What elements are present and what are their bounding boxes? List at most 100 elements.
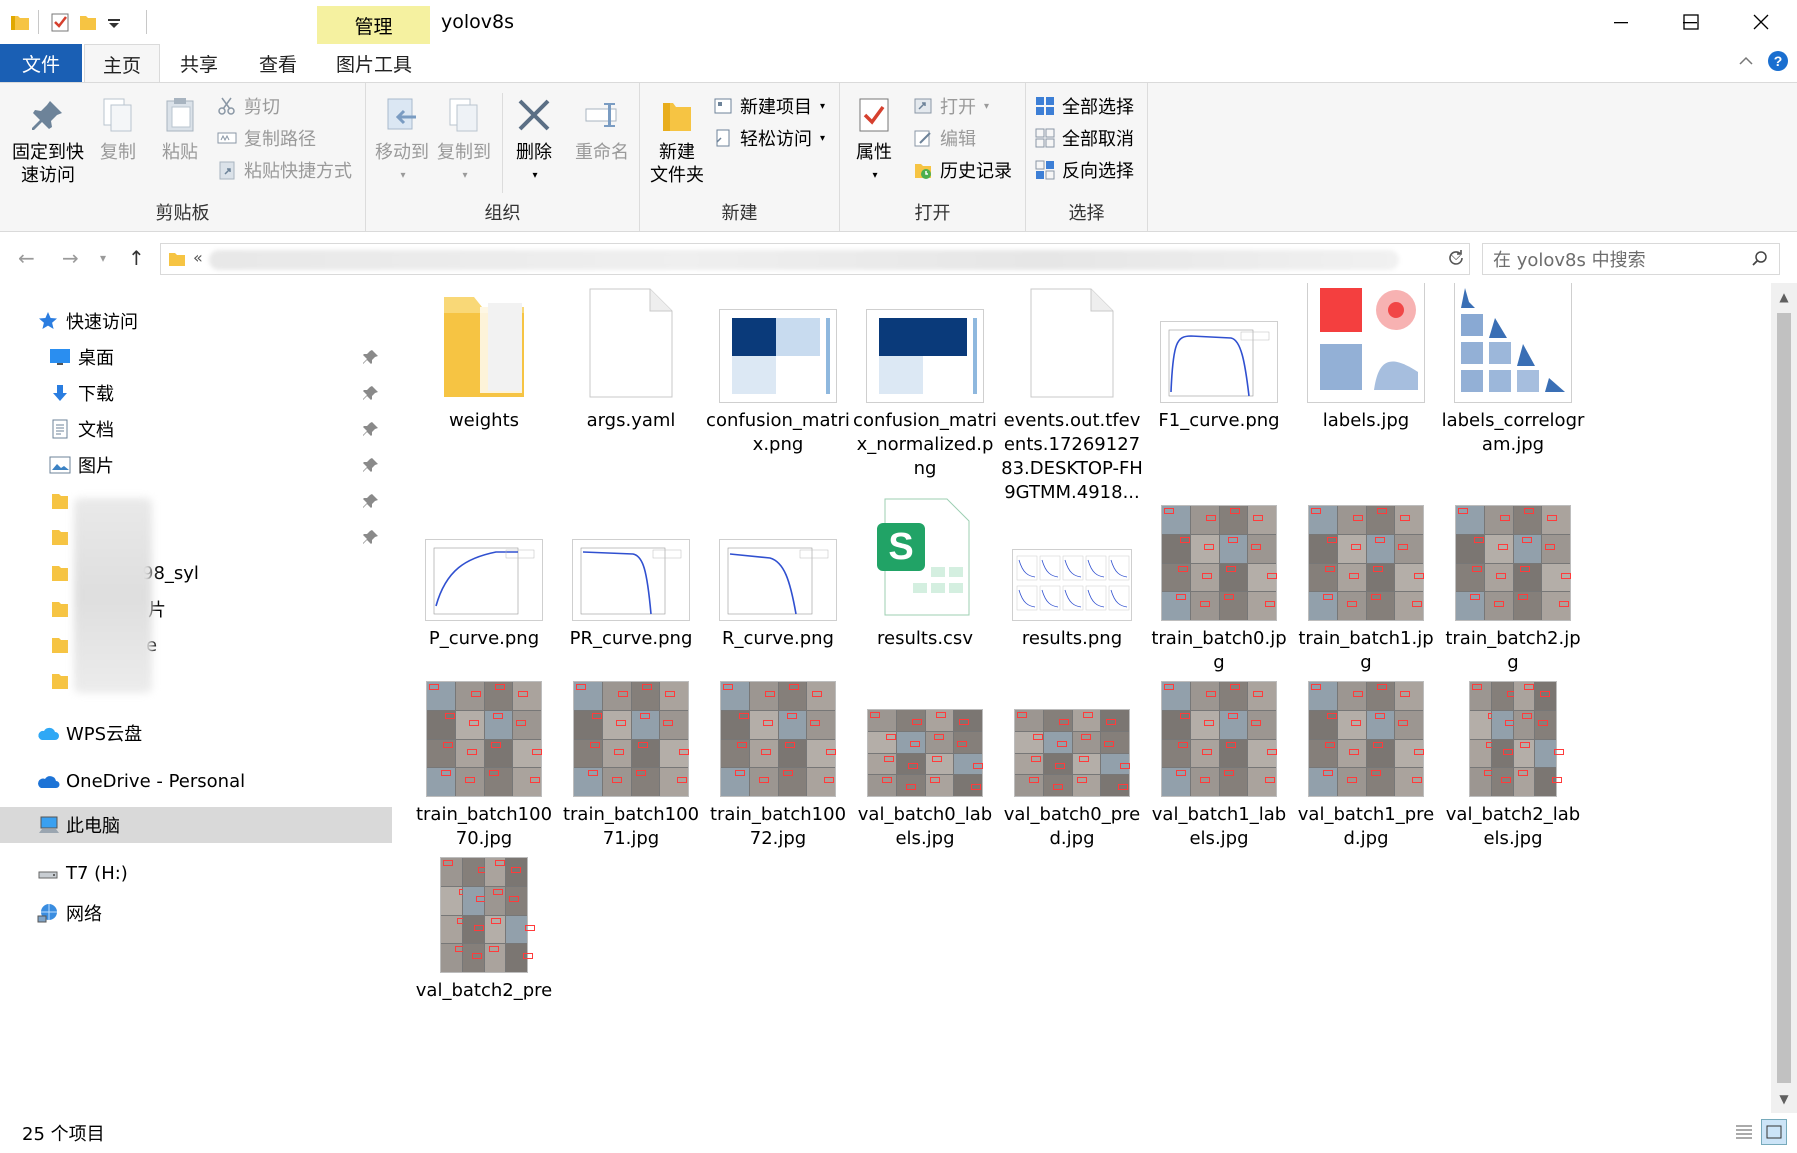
maximize-button[interactable] [1655,0,1727,44]
properties-check-icon[interactable] [48,10,72,34]
file-item[interactable]: args.yaml [557,283,705,433]
file-item[interactable]: train_batch0.jpg [1145,481,1293,675]
tab-view[interactable]: 查看 [238,44,318,82]
new-folder-button[interactable]: 新建 文件夹 [646,93,708,187]
minimize-button[interactable] [1585,0,1657,44]
nav-pinned-folder[interactable] [0,483,392,519]
scroll-down-icon[interactable]: ▼ [1771,1087,1797,1111]
file-item[interactable]: train_batch10072.jpg [704,657,852,851]
easy-access-button[interactable]: 轻松访问 ▾ [712,125,825,151]
new-item-button[interactable]: 新建项目 ▾ [712,93,825,119]
file-item[interactable]: confusion_matrix.png [704,283,852,457]
edit-icon [912,127,934,149]
delete-label: 删除 [516,142,552,163]
file-name-label: val_batch1_pred.jpg [1297,804,1435,849]
large-icons-view-icon[interactable] [1761,1119,1787,1145]
file-item[interactable]: train_batch2.jpg [1439,481,1587,675]
new-folder-quick-icon[interactable] [76,10,100,34]
file-item[interactable]: labels.jpg [1292,283,1440,433]
file-item[interactable]: Sresults.csv [851,481,999,651]
folder-icon [167,249,187,273]
breadcrumb-overflow[interactable]: « [193,248,203,267]
nav-this-pc[interactable]: 此电脑 [0,807,392,843]
nav-quick-access[interactable]: 快速访问 [0,303,392,339]
search-input[interactable]: 在 yolov8s 中搜索 [1482,243,1780,275]
nav-folder[interactable]: 片 [0,591,392,627]
cut-button[interactable]: 剪切 [216,93,280,119]
paste-shortcut-button[interactable]: 粘贴快捷方式 [216,157,352,183]
properties-button[interactable]: 属性 ▾ [844,93,904,187]
scroll-up-icon[interactable]: ▲ [1771,285,1797,309]
file-item[interactable]: val_batch1_labels.jpg [1145,657,1293,851]
close-button[interactable] [1725,0,1797,44]
file-item[interactable]: val_batch2_pre [410,833,558,1003]
up-arrow-icon[interactable]: ↑ [128,246,145,270]
nav-folder[interactable] [0,663,392,699]
file-item[interactable]: P_curve.png [410,481,558,651]
invert-selection-button[interactable]: 反向选择 [1034,157,1134,183]
curve-plot-thumbnail [425,539,543,621]
search-icon[interactable] [1751,250,1769,273]
back-arrow-icon[interactable]: ← [18,246,35,270]
vertical-scrollbar[interactable]: ▲ ▼ [1771,283,1797,1113]
nav-wps-cloud[interactable]: WPS云盘 [0,715,392,751]
select-all-button[interactable]: 全部选择 [1034,93,1134,119]
copy-button[interactable]: 复制 [90,93,146,164]
tab-file[interactable]: 文件 [0,44,82,82]
nav-folder[interactable]: 98_syl [0,555,392,591]
nav-documents[interactable]: 文档 [0,411,392,447]
customize-quick-access-icon[interactable] [102,10,126,34]
file-item[interactable]: F1_curve.png [1145,283,1293,433]
file-item[interactable]: PR_curve.png [557,481,705,651]
file-item[interactable]: train_batch1.jpg [1292,481,1440,675]
edit-button[interactable]: 编辑 [912,125,976,151]
history-button[interactable]: 历史记录 [912,157,1012,183]
file-item[interactable]: confusion_matrix_normalized.png [851,283,999,481]
easy-access-label: 轻松访问 [740,129,812,150]
nav-pinned-folder[interactable] [0,519,392,555]
copy-path-button[interactable]: 复制路径 [216,125,316,151]
tab-share[interactable]: 共享 [160,44,238,82]
nav-pictures[interactable]: 图片 [0,447,392,483]
curve-plot-thumbnail [572,539,690,621]
nav-drive-t7[interactable]: T7 (H:) [0,855,392,891]
pin-quick-access-button[interactable]: 固定到快 速访问 [8,93,88,187]
address-bar[interactable]: « ⌵ [160,243,1470,275]
recent-locations-icon[interactable]: ▾ [100,251,106,265]
nav-onedrive[interactable]: OneDrive - Personal [0,763,392,799]
select-none-button[interactable]: 全部取消 [1034,125,1134,151]
file-item[interactable]: R_curve.png [704,481,852,651]
refresh-icon[interactable] [1446,248,1466,272]
nav-folder[interactable]: e [0,627,392,663]
file-item[interactable]: val_batch1_pred.jpg [1292,657,1440,851]
paste-shortcut-icon [216,159,238,181]
manage-context-tab[interactable]: 管理 [317,6,430,44]
nav-desktop[interactable]: 桌面 [0,339,392,375]
file-item[interactable]: val_batch2_labels.jpg [1439,657,1587,851]
help-icon[interactable]: ? [1767,50,1789,76]
copy-to-button[interactable]: 复制到 ▾ [434,93,494,187]
move-to-button[interactable]: 移动到 ▾ [372,93,432,187]
collapse-ribbon-icon[interactable] [1737,52,1755,74]
scrollbar-thumb[interactable] [1777,313,1791,1083]
file-item[interactable]: val_batch0_pred.jpg [998,657,1146,851]
nav-downloads[interactable]: 下载 [0,375,392,411]
tab-picture-tools[interactable]: 图片工具 [318,44,430,82]
file-item[interactable]: events.out.tfevents.1726912783.DESKTOP-F… [998,283,1146,505]
computer-icon [36,813,60,837]
file-item[interactable]: labels_correlogram.jpg [1439,283,1587,457]
folder-item[interactable]: weights [410,283,558,433]
file-item[interactable]: results.png [998,481,1146,651]
pin-icon [363,458,378,472]
delete-button[interactable]: 删除 ▾ [506,93,562,187]
rename-button[interactable]: 重命名 [568,93,636,164]
file-item[interactable]: val_batch0_labels.jpg [851,657,999,851]
nav-network[interactable]: 网络 [0,895,392,931]
paste-button[interactable]: 粘贴 [152,93,208,164]
tab-home[interactable]: 主页 [84,44,160,83]
forward-arrow-icon[interactable]: → [62,246,79,270]
details-view-icon[interactable] [1731,1119,1757,1145]
open-button[interactable]: 打开 ▾ [912,93,989,119]
file-item[interactable]: train_batch10071.jpg [557,657,705,851]
file-item[interactable]: train_batch10070.jpg [410,657,558,851]
